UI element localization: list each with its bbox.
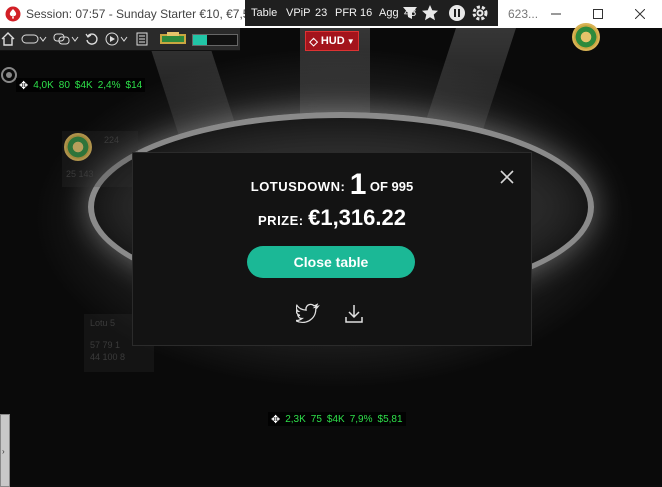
minimize-icon	[551, 13, 561, 15]
faded-stat-text: 224	[104, 135, 120, 145]
hud-agg-label: Agg	[379, 7, 399, 19]
finish-position: LOTUSDOWN: 1 OF 995	[133, 168, 531, 202]
faded-player-panel: 224 25 143	[62, 131, 138, 187]
hud-stat: 4,0K	[33, 79, 54, 91]
tournament-lobby-icon[interactable]	[134, 30, 150, 48]
prize-amount: €1,316.22	[308, 205, 406, 230]
hud-stat: $5,81	[377, 413, 403, 425]
hud-stat: $14	[125, 79, 143, 91]
tag-icon: ◇	[309, 35, 318, 48]
home-icon[interactable]	[0, 30, 16, 48]
hud-stat: 75	[310, 413, 322, 425]
faded-stat-text: Lotu 5	[90, 318, 116, 328]
tournament-result-dialog: LOTUSDOWN: 1 OF 995 PRIZE: €1,316.22 Clo…	[132, 152, 532, 346]
hud-button-label: HUD	[320, 35, 345, 47]
download-icon[interactable]	[342, 303, 366, 325]
filter-icon[interactable]	[401, 4, 419, 22]
star-icon[interactable]	[421, 4, 439, 22]
gear-icon[interactable]	[471, 4, 489, 22]
hud-stat: 80	[58, 79, 70, 91]
layout-dropdown-icon[interactable]	[20, 30, 48, 48]
faded-stat-text: 44 100 8	[90, 352, 126, 362]
player-avatar	[572, 23, 600, 51]
close-window-button[interactable]	[622, 0, 658, 28]
cashier-chip-icon[interactable]	[158, 30, 188, 48]
chevron-down-icon: ▼	[346, 36, 355, 46]
twitter-icon[interactable]	[296, 303, 320, 325]
hud-stat: $4K	[326, 413, 345, 425]
hud-button[interactable]: ◇ HUD ▼	[305, 31, 359, 51]
hud-stat: 2,4%	[97, 79, 121, 91]
window-title-overflow: 623...	[508, 7, 539, 21]
prize-label: PRIZE:	[258, 213, 304, 228]
progress-fill	[193, 35, 208, 45]
faded-stat-text: 57 79 1	[90, 340, 121, 350]
pause-icon[interactable]	[448, 4, 466, 22]
replay-icon[interactable]	[84, 30, 100, 48]
close-icon	[635, 9, 645, 19]
move-icon[interactable]: ✥	[19, 79, 28, 92]
side-expand-tab[interactable]: ›	[0, 414, 10, 487]
hud-table-label: Table	[251, 7, 278, 19]
hud-pfr-value: 16	[360, 7, 373, 19]
hud-vpip-value: 23	[315, 7, 328, 19]
player-hud-stats-top[interactable]: ✥ 4,0K 80 $4K 2,4% $14	[16, 78, 146, 92]
prize-line: PRIZE: €1,316.22	[133, 205, 531, 231]
player-hud-stats-bottom[interactable]: ✥ 2,3K 75 $4K 7,9% $5,81	[268, 412, 406, 426]
hud-stats-bar: Table VPiP 23 PFR 16 Agg 43	[245, 0, 498, 26]
chat-dropdown-icon[interactable]	[52, 30, 80, 48]
chevron-right-icon: ›	[2, 447, 5, 456]
hud-stat: 2,3K	[285, 413, 306, 425]
finish-rank: 1	[349, 168, 367, 201]
field-size: OF 995	[369, 179, 414, 194]
hud-pfr-label: PFR	[335, 7, 357, 19]
player-name: LOTUSDOWN:	[250, 179, 346, 194]
play-dropdown-icon[interactable]	[104, 30, 130, 48]
move-icon[interactable]: ✥	[271, 413, 280, 426]
tournament-progress-bar	[192, 34, 238, 46]
minimize-button[interactable]	[538, 0, 574, 28]
hud-stat: 7,9%	[349, 413, 373, 425]
faded-stat-text: 25 143	[66, 169, 94, 179]
hud-stat: $4K	[74, 79, 93, 91]
hud-vpip-label: VPiP	[286, 7, 311, 19]
close-table-button[interactable]: Close table	[247, 246, 415, 278]
pokerstars-spade-icon	[5, 6, 21, 22]
window-title: Session: 07:57 - Sunday Starter €10, €7,…	[26, 7, 263, 21]
maximize-icon	[593, 9, 603, 19]
